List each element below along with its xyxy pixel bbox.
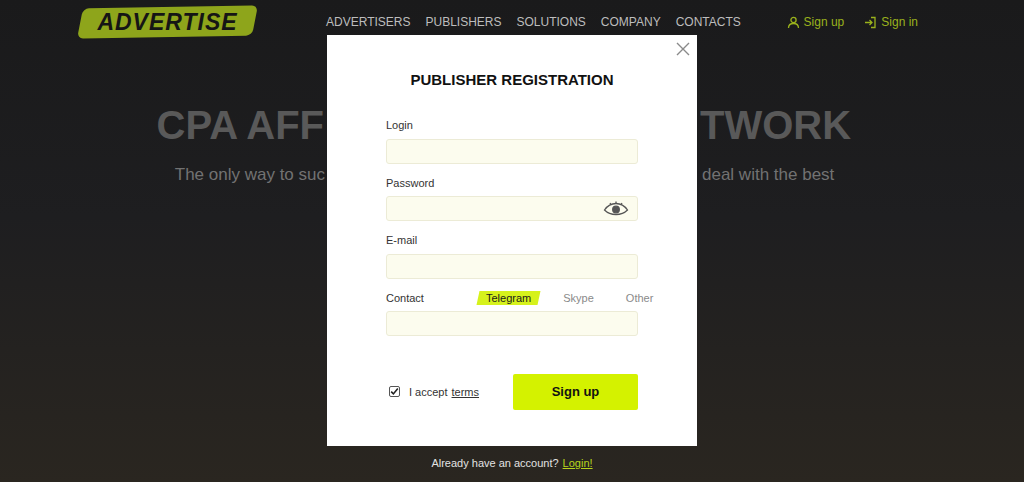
nav-item[interactable]: SOLUTIONS — [517, 14, 586, 30]
form-actions: I accept terms Sign up — [386, 374, 638, 410]
field-label: Login — [386, 118, 638, 132]
nav-item[interactable]: COMPANY — [601, 14, 661, 30]
user-icon — [787, 16, 800, 29]
sign-in-text: Sign in — [881, 13, 918, 31]
field-label: E-mail — [386, 233, 638, 247]
close-icon[interactable] — [676, 42, 690, 56]
nav-item[interactable]: CONTACTS — [676, 14, 741, 30]
hero-subtitle-left: The only way to suc — [0, 164, 327, 186]
nav-item[interactable]: PUBLISHERS — [425, 14, 501, 30]
hero-subtitle-right: deal with the best — [697, 164, 1024, 186]
field-input[interactable] — [386, 139, 638, 164]
contact-tab[interactable]: Skype — [555, 291, 602, 305]
form-field: Login — [386, 118, 638, 164]
field-input[interactable] — [386, 254, 638, 279]
registration-modal: PUBLISHER REGISTRATION Login Password E-mai… — [327, 35, 697, 446]
contact-tab[interactable]: Telegram — [478, 291, 539, 305]
logo[interactable]: ADVERTISE — [80, 7, 255, 37]
login-prompt: Already have an account? Login! — [0, 456, 1024, 482]
hero-title-right: TWORK — [697, 101, 1024, 149]
hero-title-left: CPA AFF — [0, 101, 327, 149]
check-icon — [390, 387, 399, 396]
sign-in-link[interactable]: Sign in — [864, 13, 918, 31]
field-label: Password — [386, 176, 638, 190]
sign-in-icon — [864, 16, 877, 29]
tab-label: Telegram — [486, 292, 531, 304]
sign-up-button[interactable]: Sign up — [513, 374, 638, 410]
contact-tabs: Telegram Skype Other — [478, 291, 661, 305]
contact-row: ContactTelegramSkypeOther — [386, 291, 638, 305]
registration-form: Login Password E-mail Contact Telegram Skype O… — [327, 118, 697, 410]
field-input[interactable] — [386, 196, 638, 221]
account-links: Sign up Sign in — [787, 13, 1024, 31]
modal-title: PUBLISHER REGISTRATION — [327, 71, 697, 89]
nav-item[interactable]: ADVERTISERS — [326, 14, 410, 30]
login-prompt-text: Already have an account? — [431, 456, 558, 470]
form-field: E-mail — [386, 233, 638, 279]
sign-up-link[interactable]: Sign up — [787, 13, 845, 31]
terms-text: I accept — [409, 385, 448, 399]
sign-up-text: Sign up — [804, 13, 845, 31]
login-link[interactable]: Login! — [563, 456, 593, 470]
field-label: Contact — [386, 291, 478, 305]
contact-input[interactable] — [386, 311, 638, 336]
tab-label: Skype — [563, 292, 594, 304]
tab-label: Other — [626, 292, 654, 304]
terms-checkbox[interactable] — [389, 386, 400, 397]
contact-field: ContactTelegramSkypeOther — [386, 291, 638, 336]
nav: ADVERTISERS PUBLISHERS SOLUTIONS COMPANY CON… — [326, 14, 741, 30]
logo-text: ADVERTISE — [97, 11, 237, 34]
contact-tab[interactable]: Other — [618, 291, 662, 305]
eye-icon[interactable] — [603, 201, 629, 216]
form-field: Password — [386, 176, 638, 222]
terms-row: I accept terms — [386, 385, 479, 399]
terms-link[interactable]: terms — [452, 385, 480, 399]
